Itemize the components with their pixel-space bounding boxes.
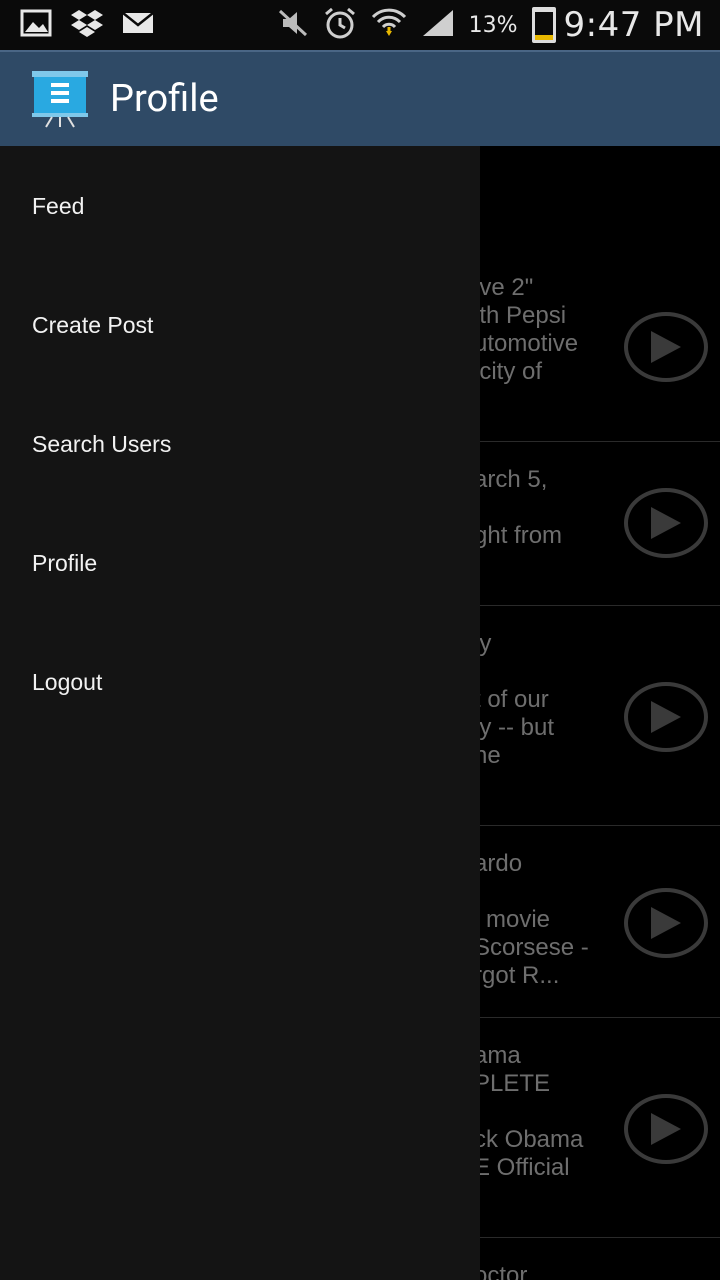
- feed-row-text: ive 2" ith Pepsi utomotive icity of: [474, 274, 579, 385]
- status-bar-left: [20, 8, 172, 42]
- feed-row-text: ly t of our ly -- but ne: [474, 630, 555, 769]
- clock: 9:47 PM: [563, 5, 704, 45]
- feed-row-text: ama PLETE ck Obama E Official: [474, 1042, 584, 1181]
- status-bar-right: 13% 9:47 PM: [263, 5, 704, 45]
- battery-percent: 13%: [468, 12, 518, 38]
- page-title: Profile: [110, 77, 219, 121]
- status-bar: 13% 9:47 PM: [0, 0, 720, 50]
- navigation-drawer: Feed Create Post Search Users Profile Lo…: [0, 146, 480, 1280]
- drawer-item-feed[interactable]: Feed: [32, 186, 452, 226]
- action-bar: Profile: [0, 50, 720, 146]
- drawer-item-create-post[interactable]: Create Post: [32, 305, 452, 345]
- battery-icon: [531, 7, 556, 43]
- alarm-icon: [323, 6, 357, 44]
- play-icon[interactable]: [624, 682, 708, 752]
- mail-icon: [122, 11, 154, 39]
- presentation-board-icon[interactable]: [30, 69, 90, 129]
- feed-row-text: octor: [474, 1262, 528, 1280]
- drawer-item-logout[interactable]: Logout: [32, 662, 452, 702]
- play-icon[interactable]: [624, 488, 708, 558]
- play-icon[interactable]: [624, 1094, 708, 1164]
- mute-icon: [277, 7, 309, 43]
- dropbox-icon: [70, 8, 104, 42]
- gallery-icon: [20, 9, 52, 41]
- wifi-icon: [371, 5, 407, 45]
- drawer-item-search-users[interactable]: Search Users: [32, 424, 452, 464]
- feed-row-text: arch 5, ght from: [474, 466, 563, 549]
- feed-row-text: ardo l movie Scorsese - rgot R...: [474, 850, 589, 989]
- drawer-item-profile[interactable]: Profile: [32, 543, 452, 583]
- play-icon[interactable]: [624, 888, 708, 958]
- play-icon[interactable]: [624, 312, 708, 382]
- signal-icon: [421, 8, 455, 42]
